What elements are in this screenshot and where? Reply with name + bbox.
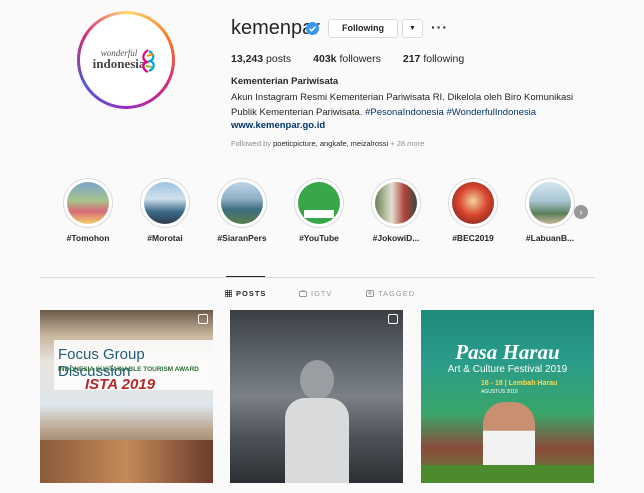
bio-line-2: Publik Kementerian Pariwisata. #PesonaIn… — [231, 105, 601, 120]
post-banner-subtitle: INDONESIA SUSTAINABLE TOURISM AWARD — [58, 366, 199, 373]
highlight-image — [221, 182, 263, 224]
highlight-cover — [448, 178, 498, 228]
profile-website-link[interactable]: www.kemenpar.go.id — [231, 120, 325, 131]
grid-icon — [225, 290, 232, 297]
tagged-user-icon — [366, 290, 374, 297]
post-poster-title: Pasa Harau — [455, 340, 560, 364]
multiple-photos-icon — [388, 314, 398, 324]
followers-label: followers — [339, 53, 381, 65]
posts-label: posts — [266, 53, 292, 65]
posts-stat: 13,243 posts — [231, 53, 291, 65]
post-banner-tag: ISTA 2019 — [85, 376, 156, 393]
post-figure-body — [285, 398, 349, 483]
avatar-logo: wonderful indonesia — [80, 14, 172, 106]
active-tab-indicator — [226, 276, 265, 277]
highlight-image — [298, 182, 340, 224]
post-people-row — [40, 440, 213, 483]
caret-down-icon: ▼ — [409, 25, 416, 32]
profile-bio: Akun Instagram Resmi Kementerian Pariwis… — [231, 90, 601, 120]
highlight-cover — [140, 178, 190, 228]
more-options-icon[interactable]: ··· — [431, 19, 448, 35]
highlight-morotai[interactable]: #Morotai — [135, 178, 195, 243]
profile-avatar[interactable]: wonderful indonesia — [77, 11, 175, 109]
highlight-jokowi[interactable]: #JokowiD... — [366, 178, 426, 243]
highlight-cover — [371, 178, 421, 228]
wonderful-indonesia-bird-icon — [142, 49, 155, 74]
post-poster-subtitle: Art & Culture Festival 2019 — [447, 364, 568, 375]
post-poster-grass — [421, 465, 594, 483]
suggestions-dropdown-button[interactable]: ▼ — [402, 19, 423, 38]
following-button[interactable]: Following — [328, 19, 398, 38]
tabs-divider — [40, 277, 595, 278]
followers-count: 403k — [313, 53, 337, 65]
highlight-image — [529, 182, 571, 224]
highlight-image — [67, 182, 109, 224]
highlight-cover — [217, 178, 267, 228]
following-count: 217 — [402, 53, 421, 65]
highlights-next-arrow-icon[interactable]: › — [574, 205, 588, 219]
post-poster-date: 16 - 18 | Lembah Harau — [481, 380, 558, 387]
followed-by-names: poeticpicture, angkafe, meizalrossi — [273, 139, 389, 148]
highlight-label: #Morotai — [147, 233, 183, 243]
tab-posts[interactable]: POSTS — [225, 289, 266, 298]
bio-line-1: Akun Instagram Resmi Kementerian Pariwis… — [231, 92, 574, 103]
highlight-label: #Tomohon — [66, 233, 110, 243]
highlight-image — [452, 182, 494, 224]
multiple-photos-icon — [198, 314, 208, 324]
highlight-labuanbajo[interactable]: #LabuanB... — [520, 178, 580, 243]
profile-stats: 13,243 posts 403k followers 217 followin… — [231, 53, 464, 65]
highlight-cover — [63, 178, 113, 228]
post-thumbnail-pasa-harau[interactable]: Pasa Harau Art & Culture Festival 2019 1… — [421, 310, 594, 483]
highlight-bec2019[interactable]: #BEC2019 — [443, 178, 503, 243]
youtube-tag-box — [304, 210, 334, 218]
tab-igtv[interactable]: IGTV — [299, 289, 333, 298]
verified-badge-icon — [306, 22, 319, 35]
highlight-cover — [525, 178, 575, 228]
post-figure — [300, 360, 334, 400]
igtv-icon — [299, 290, 307, 297]
tab-posts-label: POSTS — [236, 289, 267, 298]
followed-by-prefix: Followed by — [231, 139, 272, 148]
highlight-image — [144, 182, 186, 224]
highlight-label: #BEC2019 — [452, 233, 494, 243]
tab-igtv-label: IGTV — [311, 289, 333, 298]
highlight-youtube[interactable]: #YouTube — [289, 178, 349, 243]
highlight-cover — [294, 178, 344, 228]
highlight-siaranpers[interactable]: #SiaranPers — [212, 178, 272, 243]
followed-by[interactable]: Followed by poeticpicture, angkafe, meiz… — [231, 139, 424, 148]
posts-count: 13,243 — [231, 53, 264, 65]
post-thumbnail-fgd[interactable]: Focus Group Discussion INDONESIA SUSTAIN… — [40, 310, 213, 483]
highlight-label: #JokowiD... — [372, 233, 420, 243]
highlight-label: #SiaranPers — [217, 233, 267, 243]
highlight-image — [375, 182, 417, 224]
highlight-tomohon[interactable]: #Tomohon — [58, 178, 118, 243]
following-label: following — [423, 53, 465, 65]
bio-line-2-text: Publik Kementerian Pariwisata. — [231, 107, 363, 118]
highlight-label: #YouTube — [299, 233, 339, 243]
tab-tagged[interactable]: TAGGED — [366, 289, 415, 298]
post-thumbnail-crowd[interactable] — [230, 310, 403, 483]
post-banner-title: Focus Group Discussion — [58, 346, 145, 380]
bio-hashtags[interactable]: #PesonaIndonesia #WonderfulIndonesia — [365, 107, 536, 118]
highlight-label: #LabuanB... — [525, 233, 575, 243]
followed-by-more: + 28 more — [390, 139, 425, 148]
followers-stat[interactable]: 403k followers — [313, 53, 381, 65]
profile-full-name: Kementerian Pariwisata — [231, 76, 339, 87]
following-stat[interactable]: 217 following — [403, 53, 464, 65]
post-poster-month: AGUSTUS 2019 — [481, 389, 518, 395]
tab-tagged-label: TAGGED — [378, 289, 416, 298]
